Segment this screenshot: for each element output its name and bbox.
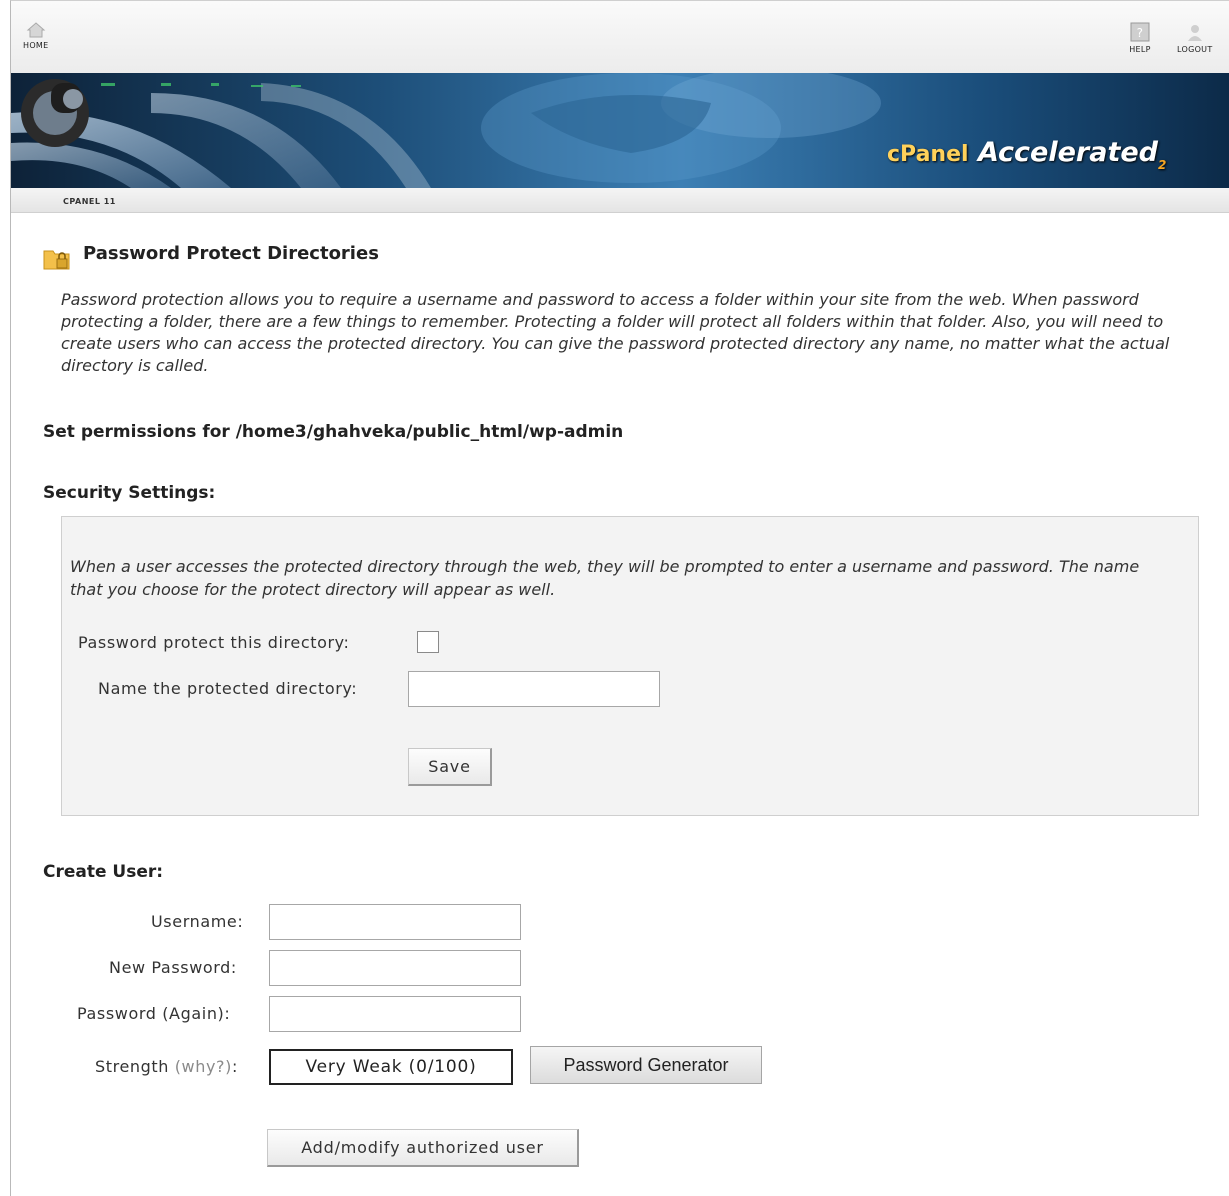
top-nav-bar: HOME ? HELP LOGOUT [11, 1, 1229, 73]
help-link[interactable]: ? HELP [1129, 21, 1151, 54]
page-title: Password Protect Directories [83, 243, 379, 264]
password-again-input[interactable] [269, 996, 521, 1032]
permissions-heading: Set permissions for /home3/ghahveka/publ… [43, 422, 624, 442]
brand-version: 2 [1158, 158, 1167, 172]
protect-directory-checkbox[interactable] [417, 631, 439, 653]
protect-directory-label: Password protect this directory: [78, 633, 350, 652]
password-again-label: Password (Again): [77, 1004, 231, 1023]
security-settings-heading: Security Settings: [43, 483, 216, 503]
username-input[interactable] [269, 904, 521, 940]
new-password-input[interactable] [269, 950, 521, 986]
page-description: Password protection allows you to requir… [61, 290, 1170, 375]
username-label: Username: [151, 912, 244, 931]
strength-label-group: Strength (why?): [95, 1057, 238, 1076]
cpanel-banner: cPanel Accelerated2 [11, 73, 1229, 188]
brand-tagline: Accelerated [977, 137, 1158, 168]
home-icon [26, 22, 46, 38]
strength-label: Strength [95, 1057, 170, 1076]
help-label: HELP [1129, 45, 1151, 54]
password-generator-button[interactable]: Password Generator [530, 1046, 762, 1084]
cpanel-logo-icon [21, 79, 89, 147]
protected-directory-name-input[interactable] [408, 671, 660, 707]
svg-text:?: ? [1137, 26, 1144, 40]
new-password-label: New Password: [109, 958, 237, 977]
breadcrumb[interactable]: CPANEL 11 [63, 197, 116, 206]
brand-name: cPanel [887, 142, 969, 167]
home-label: HOME [23, 41, 49, 50]
create-user-heading: Create User: [43, 862, 164, 882]
logout-link[interactable]: LOGOUT [1177, 21, 1213, 54]
logout-label: LOGOUT [1177, 45, 1213, 54]
page-frame: HOME ? HELP LOGOUT cPanel Accelerated2 C… [10, 0, 1229, 1196]
folder-lock-icon [43, 250, 70, 270]
security-description: When a user accesses the protected direc… [70, 557, 1140, 599]
brand-wordmark: cPanel Accelerated2 [887, 137, 1166, 172]
add-modify-user-button[interactable]: Add/modify authorized user [267, 1129, 579, 1167]
strength-colon: : [231, 1057, 238, 1076]
breadcrumb-strip: CPANEL 11 [11, 188, 1229, 213]
protected-directory-name-label: Name the protected directory: [98, 679, 358, 698]
home-link[interactable]: HOME [23, 21, 48, 50]
help-icon: ? [1130, 22, 1150, 42]
strength-meter: Very Weak (0/100) [269, 1049, 513, 1085]
why-link[interactable]: (why?) [175, 1057, 232, 1076]
save-button[interactable]: Save [408, 748, 492, 786]
logout-icon [1187, 25, 1202, 41]
security-settings-panel: When a user accesses the protected direc… [61, 516, 1199, 816]
